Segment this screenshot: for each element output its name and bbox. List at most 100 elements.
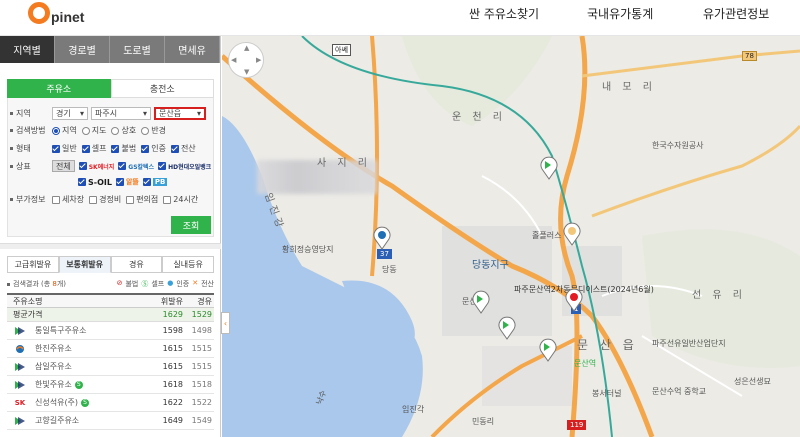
map-pan-control[interactable]: ▲ ▼ ◀ ▶ <box>228 42 264 78</box>
label-seonyuri: 선 유 리 <box>692 290 746 301</box>
hd-brand-icon <box>13 326 27 336</box>
method-name-radio[interactable]: 상호 <box>111 125 136 136</box>
label-industrial: 파주선유일반산업단지 <box>652 339 726 348</box>
sido-select[interactable]: 경기 ▾ <box>52 107 88 120</box>
label-naemori: 내 모 리 <box>602 82 656 93</box>
type-computer-checkbox[interactable]: 전산 <box>170 143 196 154</box>
table-row[interactable]: 한빛주유소 S 1618 1518 <box>7 376 214 394</box>
tab-gas-station[interactable]: 주유소 <box>7 79 111 98</box>
type-self-checkbox[interactable]: 셀프 <box>81 143 106 154</box>
map-view[interactable]: ▲ ▼ ◀ ▶ 임진강 황희정승영당지 당동 당동지구 홀플러스 운 천 리 사… <box>222 36 800 437</box>
self-icon: S <box>81 398 90 407</box>
brand-sk-checkbox[interactable]: SK에너지 <box>78 162 114 171</box>
pan-left-icon: ◀ <box>231 56 237 64</box>
table-row[interactable]: 통일특구주유소 1598 1498 <box>7 322 214 340</box>
pan-right-icon: ▶ <box>256 56 262 64</box>
label-munsan: 문 산 읍 <box>577 338 638 352</box>
tab-road[interactable]: 도로별 <box>110 36 165 63</box>
tab-kerosene[interactable]: 실내등유 <box>162 256 214 273</box>
type-illegal-checkbox[interactable]: 불법 <box>111 143 136 154</box>
type-certified-checkbox[interactable]: 인증 <box>141 143 166 154</box>
pan-up-icon: ▲ <box>244 44 250 52</box>
brand-row-2: S-OIL 알뜰 PB <box>78 177 171 187</box>
label-dangdong-district: 당동지구 <box>472 260 509 271</box>
collapse-panel-button[interactable]: ‹ <box>221 312 230 334</box>
tab-premium-gasoline[interactable]: 고급휘발유 <box>7 256 59 273</box>
nav-cheap-station[interactable]: 싼 주유소찾기 <box>469 5 539 22</box>
tab-route[interactable]: 경로별 <box>55 36 110 63</box>
nav-price-stats[interactable]: 국내유가통계 <box>587 5 653 22</box>
label-unjeongri: 운 천 리 <box>452 112 506 123</box>
method-map-radio[interactable]: 지도 <box>81 125 106 136</box>
extra-label: 부가정보 <box>16 195 46 204</box>
road-78-badge: 78 <box>742 51 757 61</box>
tab-taxfree[interactable]: 면세유 <box>165 36 220 63</box>
chevron-down-icon: ▾ <box>79 109 84 118</box>
dong-select[interactable]: 문산읍 ▾ <box>154 107 206 120</box>
label-sajeongri: 사 지 리 <box>317 158 371 169</box>
extra-repair-checkbox[interactable]: 경정비 <box>89 194 121 205</box>
type-row: 형태 일반 셀프 불법 인증 전산 <box>10 143 201 154</box>
station-marker[interactable] <box>472 290 490 314</box>
road-119-badge: 119 <box>567 420 587 430</box>
extra-store-checkbox[interactable]: 편의점 <box>126 194 158 205</box>
extra-row: 부가정보 세차장 경정비 편의점 24시간 <box>10 194 203 205</box>
station-marker[interactable] <box>540 156 558 180</box>
tab-regular-gasoline[interactable]: 보통휘발유 <box>58 256 111 273</box>
brand-gs-checkbox[interactable]: GS칼텍스 <box>118 162 154 171</box>
label-munsan-station: 문산역 <box>574 359 597 368</box>
result-count: 검색결과 (총 8개) <box>7 279 66 289</box>
method-region-radio[interactable]: 지역 <box>52 125 77 136</box>
brand-hd-checkbox[interactable]: HD현대오일뱅크 <box>158 162 211 171</box>
brand-soil-checkbox[interactable]: S-OIL <box>78 178 112 187</box>
search-button[interactable]: 조회 <box>171 216 211 234</box>
gs-brand-icon <box>13 344 27 354</box>
type-label: 형태 <box>16 144 31 153</box>
tab-region[interactable]: 지역별 <box>0 36 55 63</box>
table-row[interactable]: 고향길주유소 1649 1549 <box>7 412 214 430</box>
filter-box <box>7 79 214 237</box>
station-marker[interactable] <box>563 222 581 246</box>
map-canvas <box>222 36 800 437</box>
brand-row: 상표 전체 SK에너지 GS칼텍스 HD현대오일뱅크 <box>10 160 215 172</box>
hd-brand-icon <box>13 362 27 372</box>
opinet-logo[interactable]: pinet <box>28 2 84 24</box>
hd-brand-icon <box>13 380 27 390</box>
brand-all-button[interactable]: 전체 <box>52 160 75 172</box>
fuel-tabs: 고급휘발유 보통휘발유 경유 실내등유 <box>7 256 214 273</box>
type-normal-checkbox[interactable]: 일반 <box>52 143 77 154</box>
label-mindongri: 민동리 <box>472 417 495 426</box>
table-row[interactable]: SK 신성석유(주) S 1622 1522 <box>7 394 214 412</box>
brand-alddeul-checkbox[interactable]: 알뜰 <box>115 177 139 187</box>
logo-o-icon <box>28 2 50 24</box>
brand-pb-checkbox[interactable]: PB <box>142 178 168 186</box>
tab-diesel[interactable]: 경유 <box>110 256 163 273</box>
label-apartment: 파주문산역2차동문디이스트(2024년6월) <box>514 285 654 294</box>
extra-24h-checkbox[interactable]: 24시간 <box>163 194 198 205</box>
table-row[interactable]: 삼일주유소 1615 1515 <box>7 358 214 376</box>
top-header: pinet 싼 주유소찾기 국내유가통계 유가관련정보 <box>0 0 800 36</box>
computer-icon: ✕ <box>192 279 199 287</box>
method-row: 검색방법 지역 지도 상호 반경 <box>10 125 171 136</box>
chevron-down-icon: ▾ <box>142 109 147 118</box>
nav-price-info[interactable]: 유가관련정보 <box>703 5 769 22</box>
label-seongeun: 성은선생묘 <box>734 377 771 386</box>
station-marker[interactable] <box>565 288 583 312</box>
station-marker[interactable] <box>373 226 391 250</box>
result-info: 검색결과 (총 8개) ⊘ 불법 Ⓢ 셀프 ● 인증 ✕ 전산 <box>7 279 214 289</box>
panel-divider <box>0 243 221 249</box>
method-radius-radio[interactable]: 반경 <box>141 125 166 136</box>
label-holplus: 홀플러스 <box>532 231 562 240</box>
road-sign-badge: 아쎄 <box>332 44 351 56</box>
sigungu-select[interactable]: 파주시 ▾ <box>91 107 151 120</box>
sk-brand-icon: SK <box>14 398 26 407</box>
chevron-down-icon: ▾ <box>196 109 201 118</box>
station-marker[interactable] <box>498 316 516 340</box>
station-table: 주유소명 휘발유 경유 평균가격 1629 1529 통일특구주유소 1598 1… <box>7 293 214 430</box>
station-marker[interactable] <box>539 338 557 362</box>
extra-carwash-checkbox[interactable]: 세차장 <box>52 194 84 205</box>
station-type-tabs: 주유소 충전소 <box>7 79 214 98</box>
self-icon: S <box>74 380 83 389</box>
tab-charging-station[interactable]: 충전소 <box>110 79 214 98</box>
table-row[interactable]: 한진주유소 1615 1515 <box>7 340 214 358</box>
